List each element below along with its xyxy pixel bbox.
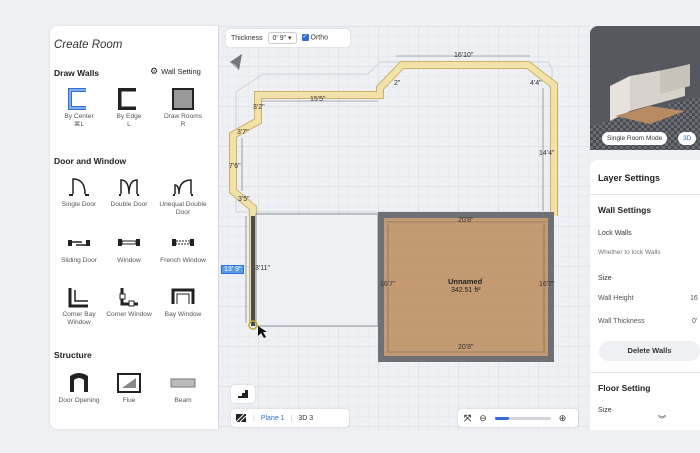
floor-size-label: Size	[598, 407, 612, 414]
double-chevron-down-icon[interactable]: ︾	[658, 414, 666, 425]
fit-view-icon[interactable]: ⤧	[464, 413, 471, 424]
settings-panel: Layer Settings Wall Settings Lock Walls …	[590, 160, 700, 430]
plane-bar: | Plane 1 | 3D 3	[231, 409, 349, 427]
lock-walls-hint: Whether to lock Walls	[598, 249, 661, 256]
door-window-heading: Door and Window	[54, 156, 127, 166]
wall-setting-button[interactable]: ⚙ Wall Setting	[150, 66, 201, 77]
room-area: 342.51 ft²	[451, 287, 481, 294]
dim-room-bottom: 20'8"	[458, 344, 474, 351]
tool-corner-window[interactable]: Corner Window	[102, 286, 156, 319]
dim-small-a: 2"	[394, 80, 401, 87]
unequal-double-door-icon	[173, 179, 193, 196]
draw-walls-heading: Draw Walls	[54, 68, 100, 78]
dim-wall-length: 3'11"	[255, 265, 270, 272]
wall-height-label: Wall Height	[598, 295, 634, 302]
delete-walls-button[interactable]: Delete Walls	[599, 341, 700, 361]
top-toolbar: Thickness 0' 9" ▾ ✓ Ortho	[226, 29, 350, 47]
by-center-icon	[68, 88, 86, 110]
plane-selector[interactable]: Plane 1	[261, 415, 285, 422]
dim-upper-left: 15'5"	[310, 96, 326, 103]
room-name: Unnamed	[448, 277, 483, 286]
chevron-down-icon: ▾	[288, 35, 292, 42]
wall-thickness-input[interactable]: 0'	[692, 318, 697, 325]
dim-input-field[interactable]: 13' 9"	[221, 265, 245, 274]
floor-plan-canvas[interactable]: 16'10" 15'5" 2" 4'4" 3'2" 3'7" 7'6" 3'5"…	[218, 26, 590, 431]
stairs-icon	[238, 390, 248, 398]
tool-corner-bay-window[interactable]: Corner Bay Window	[52, 286, 106, 326]
wall-thickness-label: Wall Thickness	[598, 318, 645, 325]
zoom-slider[interactable]	[494, 416, 551, 420]
flue-icon	[117, 373, 141, 393]
single-door-icon	[69, 178, 89, 196]
draw-rooms-icon	[172, 88, 194, 110]
tool-window[interactable]: Window	[102, 232, 156, 265]
dim-top: 16'10"	[454, 52, 474, 59]
dim-room-right: 16'7"	[539, 281, 555, 288]
layers-toggle[interactable]	[231, 385, 255, 403]
tool-bay-window[interactable]: Bay Window	[156, 286, 210, 319]
dim-room-top: 20'8"	[458, 217, 474, 224]
3d-view-button[interactable]: 3D	[678, 132, 697, 145]
corner-bay-window-icon	[68, 288, 88, 308]
dim-corner: 4'4"	[530, 80, 542, 87]
dim-left-d: 3'5"	[238, 196, 250, 203]
app-window: 16'10" 15'5" 2" 4'4" 3'2" 3'7" 7'6" 3'5"…	[0, 0, 700, 453]
view-3d-selector[interactable]: 3D 3	[298, 415, 313, 422]
corner-window-icon	[119, 288, 138, 307]
lock-walls-label: Lock Walls	[598, 230, 632, 237]
dim-left-c: 7'6"	[229, 163, 241, 170]
3d-preview[interactable]: Single Room Mode 3D	[590, 26, 700, 150]
structure-heading: Structure	[54, 350, 92, 360]
tool-flue[interactable]: Flue	[102, 372, 156, 405]
zoom-bar: ⤧ ⊖ ⊕	[458, 409, 578, 427]
ortho-checkbox[interactable]: ✓ Ortho	[301, 34, 328, 42]
dim-room-left: 16'7"	[380, 281, 396, 288]
gear-icon: ⚙	[150, 66, 159, 76]
tool-sliding-door[interactable]: Sliding Door	[52, 232, 106, 265]
dim-left-b: 3'7"	[237, 129, 249, 136]
compass-icon	[230, 54, 242, 70]
zoom-out-icon[interactable]: ⊖	[479, 413, 487, 424]
tool-by-edge[interactable]: By Edge L	[102, 88, 156, 128]
bay-window-icon	[171, 288, 195, 304]
tool-door-opening[interactable]: Door Opening	[52, 372, 106, 405]
check-icon: ✓	[301, 34, 309, 42]
create-room-panel: Create Room Draw Walls ⚙ Wall Setting By …	[50, 26, 218, 429]
wall-settings-heading: Wall Settings	[598, 205, 652, 215]
double-door-icon	[119, 179, 139, 196]
tool-by-center[interactable]: By Center ⌘L	[52, 88, 106, 128]
by-edge-icon	[118, 88, 136, 110]
door-opening-icon	[70, 373, 88, 392]
wall-height-input[interactable]: 16	[690, 295, 698, 302]
hatch-icon[interactable]	[235, 413, 247, 423]
window-icon	[118, 239, 140, 246]
sliding-door-icon	[68, 240, 90, 246]
tool-draw-rooms[interactable]: Draw Rooms R	[156, 88, 210, 128]
dim-right: 14'4"	[539, 150, 555, 157]
tool-double-door[interactable]: Double Door	[102, 176, 156, 209]
dim-left-a: 3'2"	[253, 104, 265, 111]
thickness-label: Thickness	[231, 34, 263, 42]
panel-title: Create Room	[54, 39, 123, 51]
zoom-in-icon[interactable]: ⊕	[559, 413, 567, 424]
tool-french-window[interactable]: French Window	[156, 232, 210, 265]
tool-single-door[interactable]: Single Door	[52, 176, 106, 209]
tool-unequal-double-door[interactable]: Unequal Double Door	[156, 176, 210, 216]
single-room-mode-button[interactable]: Single Room Mode	[602, 132, 668, 145]
thickness-select[interactable]: 0' 9" ▾	[267, 32, 297, 44]
floor-setting-heading: Floor Setting	[598, 383, 651, 393]
tool-beam[interactable]: Beam	[156, 372, 210, 405]
layer-settings-heading: Layer Settings	[598, 173, 661, 183]
french-window-icon	[172, 239, 194, 246]
size-label: Size	[598, 275, 612, 282]
beam-icon	[170, 378, 196, 388]
